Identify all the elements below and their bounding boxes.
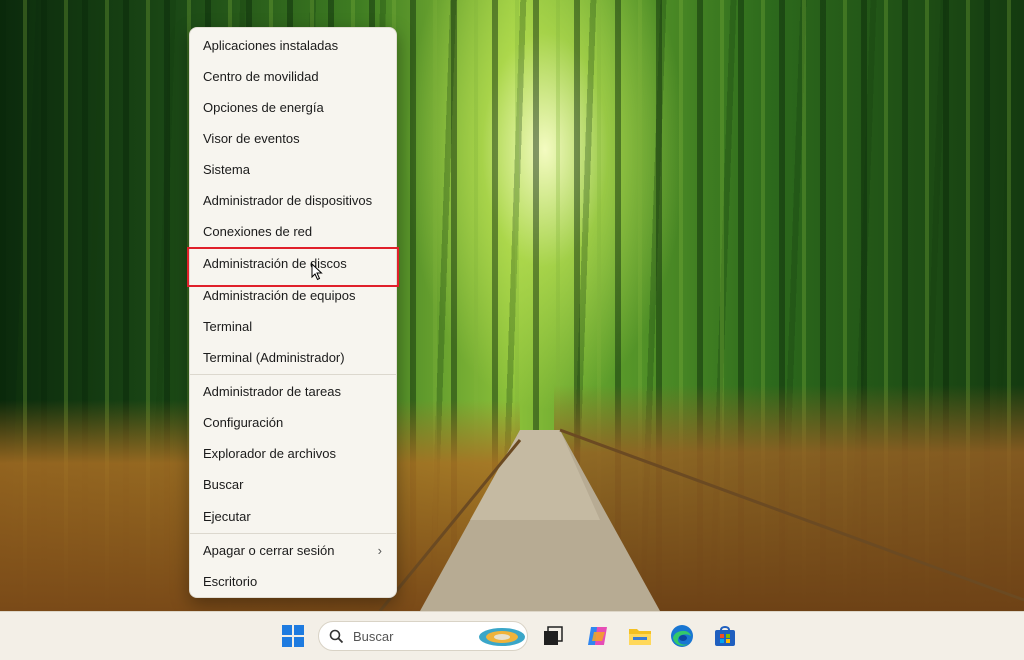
menu-item-event-viewer[interactable]: Visor de eventos xyxy=(190,123,396,154)
menu-item-terminal[interactable]: Terminal xyxy=(190,311,396,342)
microsoft-store-icon[interactable] xyxy=(712,623,738,649)
copilot-icon[interactable] xyxy=(585,623,611,649)
mouse-cursor-icon xyxy=(311,263,323,281)
menu-item-mobility-center[interactable]: Centro de movilidad xyxy=(190,61,396,92)
highlight-box xyxy=(187,247,399,287)
file-explorer-icon[interactable] xyxy=(627,623,653,649)
taskbar: Buscar xyxy=(0,611,1024,660)
menu-item-settings[interactable]: Configuración xyxy=(190,407,396,438)
menu-item-desktop[interactable]: Escritorio xyxy=(190,566,396,597)
menu-item-search[interactable]: Buscar xyxy=(190,469,396,500)
menu-separator xyxy=(190,374,396,375)
menu-item-shutdown-signout[interactable]: Apagar o cerrar sesión › xyxy=(190,535,396,566)
chevron-right-icon: › xyxy=(377,543,382,558)
menu-item-power-options[interactable]: Opciones de energía xyxy=(190,92,396,123)
windows-start-icon[interactable] xyxy=(280,623,306,649)
search-highlight-art-icon xyxy=(479,628,525,646)
search-icon xyxy=(329,629,344,644)
menu-item-terminal-admin[interactable]: Terminal (Administrador) xyxy=(190,342,396,373)
menu-item-network-connections[interactable]: Conexiones de red xyxy=(190,216,396,247)
task-view-icon[interactable] xyxy=(540,623,566,649)
desktop-wallpaper xyxy=(0,0,1024,611)
menu-item-system[interactable]: Sistema xyxy=(190,154,396,185)
quick-link-context-menu: Aplicaciones instaladas Centro de movili… xyxy=(189,27,397,598)
menu-item-task-manager[interactable]: Administrador de tareas xyxy=(190,376,396,407)
search-placeholder: Buscar xyxy=(353,629,394,644)
edge-browser-icon[interactable] xyxy=(669,623,695,649)
menu-item-file-explorer[interactable]: Explorador de archivos xyxy=(190,438,396,469)
menu-item-installed-apps[interactable]: Aplicaciones instaladas xyxy=(190,30,396,61)
menu-item-device-manager[interactable]: Administrador de dispositivos xyxy=(190,185,396,216)
menu-separator xyxy=(190,533,396,534)
menu-item-run[interactable]: Ejecutar xyxy=(190,501,396,532)
stone-path xyxy=(378,428,1024,611)
